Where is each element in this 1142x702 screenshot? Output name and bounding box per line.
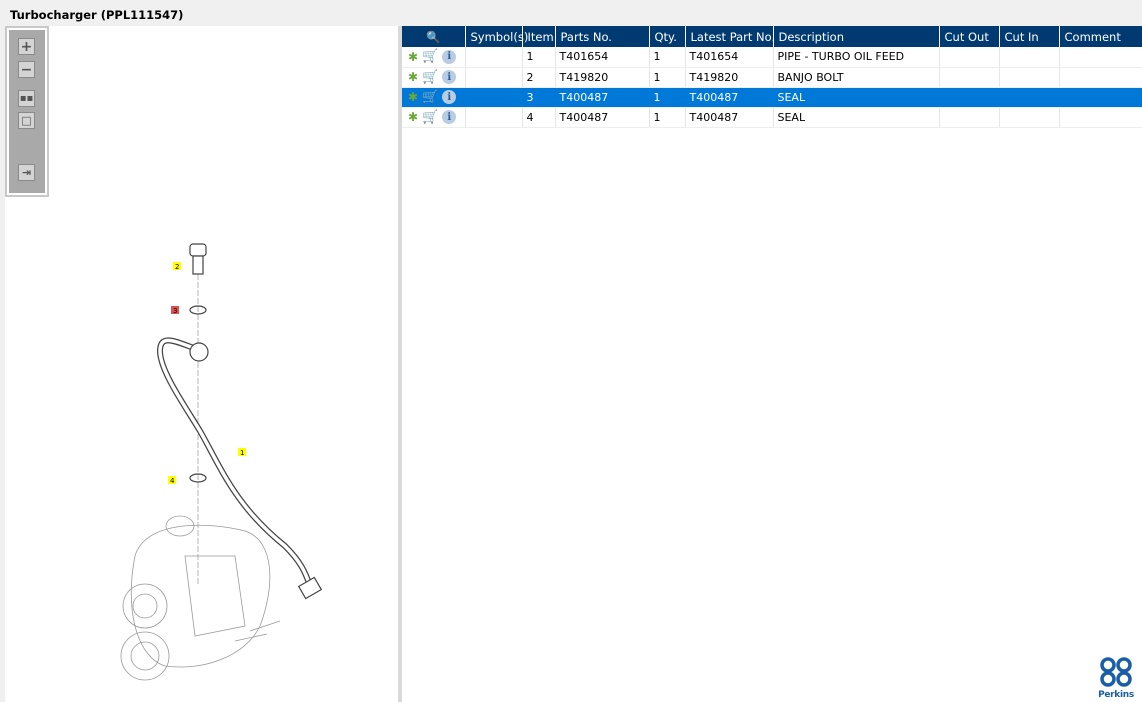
row-actions: ✱ 🛒 i xyxy=(402,87,466,108)
parts-table: 🔍 Symbol(s) Item Parts No. Qty. Latest P… xyxy=(402,26,1142,128)
gear-icon[interactable]: ✱ xyxy=(408,50,418,64)
cell-cut-in xyxy=(999,67,1060,88)
cell-latest-part-number: T419820 xyxy=(685,67,774,88)
cell-qty: 1 xyxy=(649,47,686,68)
cell-symbols xyxy=(465,87,523,108)
brand-name: Perkins xyxy=(1098,690,1134,700)
cell-symbols xyxy=(465,47,523,68)
row-actions: ✱ 🛒 i xyxy=(402,67,466,88)
table-row[interactable]: ✱ 🛒 i 1 T401654 1 T401654 PIPE - TURBO OIL FEED xyxy=(402,47,1142,68)
cell-cut-out xyxy=(939,67,1000,88)
callout-2[interactable]: 2 xyxy=(173,262,181,271)
cell-cut-out xyxy=(939,107,1000,128)
cell-description: PIPE - TURBO OIL FEED xyxy=(773,47,940,68)
cell-description: BANJO BOLT xyxy=(773,67,940,88)
callout-4[interactable]: 4 xyxy=(168,476,176,485)
info-icon[interactable]: i xyxy=(442,110,457,124)
cell-comment xyxy=(1059,47,1142,68)
parts-list-panel: 🔍 Symbol(s) Item Parts No. Qty. Latest P… xyxy=(402,26,1142,702)
cell-symbols xyxy=(465,67,523,88)
cell-description: SEAL xyxy=(773,107,940,128)
svg-text:3: 3 xyxy=(173,307,177,315)
cell-latest-part-number: T400487 xyxy=(685,107,774,128)
table-row[interactable]: ✱ 🛒 i 3 T400487 1 T400487 SEAL xyxy=(402,87,1142,108)
exploded-diagram: 1 2 3 4 xyxy=(120,243,323,681)
cell-item: 3 xyxy=(522,87,556,108)
col-description[interactable]: Description xyxy=(773,26,940,47)
banjo-bolt-head xyxy=(189,243,207,257)
row-actions: ✱ 🛒 i xyxy=(402,107,466,128)
cell-comment xyxy=(1059,107,1142,128)
col-cut-out[interactable]: Cut Out xyxy=(939,26,1000,47)
cell-cut-in xyxy=(999,47,1060,68)
gear-icon[interactable]: ✱ xyxy=(408,110,418,124)
cell-part-number: T419820 xyxy=(555,67,650,88)
cell-part-number: T400487 xyxy=(555,87,650,108)
cell-qty: 1 xyxy=(649,87,686,108)
search-icon[interactable]: 🔍 xyxy=(402,26,466,47)
cell-latest-part-number: T400487 xyxy=(685,87,774,108)
cell-cut-out xyxy=(939,87,1000,108)
col-parts-no[interactable]: Parts No. xyxy=(555,26,650,47)
cell-qty: 1 xyxy=(649,67,686,88)
cell-comment xyxy=(1059,67,1142,88)
table-header: 🔍 Symbol(s) Item Parts No. Qty. Latest P… xyxy=(402,26,1142,47)
cart-icon[interactable]: 🛒 xyxy=(422,90,438,105)
svg-text:1: 1 xyxy=(240,449,244,457)
svg-text:2: 2 xyxy=(175,263,179,271)
gear-icon[interactable]: ✱ xyxy=(408,90,418,104)
turbocharger-housing xyxy=(120,515,281,681)
cell-cut-in xyxy=(999,87,1060,108)
cart-icon[interactable]: 🛒 xyxy=(422,110,438,125)
cell-item: 4 xyxy=(522,107,556,128)
table-row[interactable]: ✱ 🛒 i 2 T419820 1 T419820 BANJO BOLT xyxy=(402,67,1142,88)
row-actions: ✱ 🛒 i xyxy=(402,47,466,68)
cell-item: 1 xyxy=(522,47,556,68)
cell-part-number: T401654 xyxy=(555,47,650,68)
svg-text:4: 4 xyxy=(170,477,175,485)
cell-latest-part-number: T401654 xyxy=(685,47,774,68)
cell-item: 2 xyxy=(522,67,556,88)
cell-part-number: T400487 xyxy=(555,107,650,128)
info-icon[interactable]: i xyxy=(442,90,457,104)
cell-description: SEAL xyxy=(773,87,940,108)
cell-comment xyxy=(1059,87,1142,108)
diagram-panel[interactable]: + − ▪▪ □ ⇥ 1 2 3 4 xyxy=(5,26,398,702)
col-comment[interactable]: Comment xyxy=(1059,26,1142,47)
perkins-logo-mark xyxy=(1100,657,1132,687)
cell-symbols xyxy=(465,107,523,128)
page-title: Turbocharger (PPL111547) xyxy=(10,8,184,22)
info-icon[interactable]: i xyxy=(442,49,457,64)
perkins-logo: Perkins xyxy=(1096,657,1136,700)
col-symbols[interactable]: Symbol(s) xyxy=(465,26,528,47)
cell-cut-in xyxy=(999,107,1060,128)
gear-icon[interactable]: ✱ xyxy=(408,70,418,84)
col-qty[interactable]: Qty. xyxy=(649,26,686,47)
info-icon[interactable]: i xyxy=(442,70,457,84)
callout-1[interactable]: 1 xyxy=(238,448,246,457)
table-row[interactable]: ✱ 🛒 i 4 T400487 1 T400487 SEAL xyxy=(402,107,1142,128)
callout-3[interactable]: 3 xyxy=(171,306,179,315)
cart-icon[interactable]: 🛒 xyxy=(422,49,438,64)
col-latest-part-no[interactable]: Latest Part No. xyxy=(685,26,775,47)
col-cut-in[interactable]: Cut In xyxy=(999,26,1060,47)
cart-icon[interactable]: 🛒 xyxy=(422,70,438,85)
cell-qty: 1 xyxy=(649,107,686,128)
cell-cut-out xyxy=(939,47,1000,68)
